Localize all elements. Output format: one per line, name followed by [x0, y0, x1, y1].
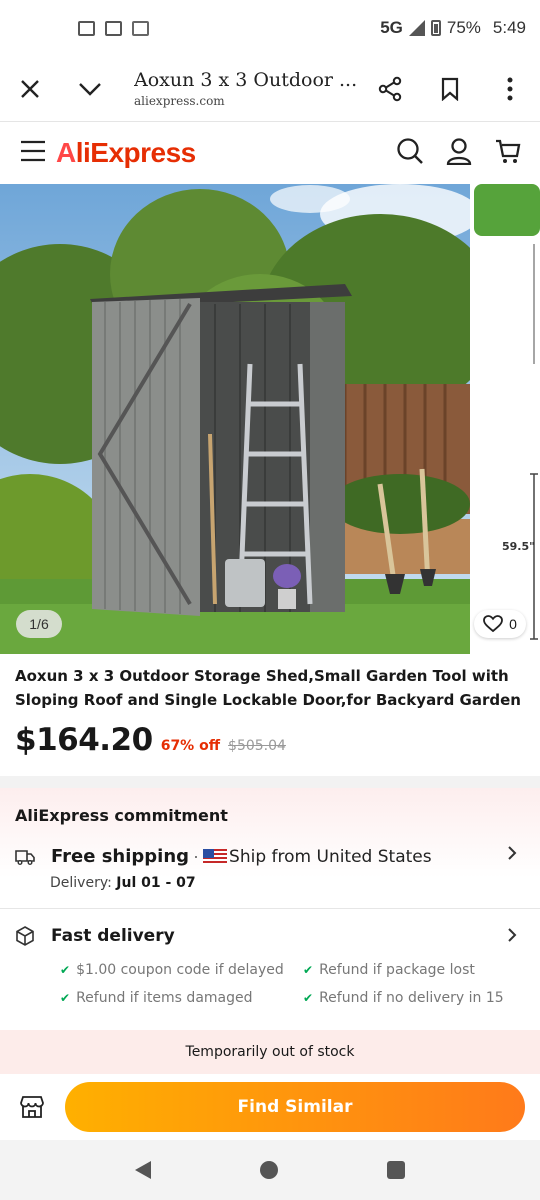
shipping-row[interactable]: Free shipping · Ship from United States …	[15, 846, 525, 891]
dimension-label: 59.5"	[502, 540, 535, 553]
page-title: Aoxun 3 x 3 Outdoor ...	[134, 69, 358, 91]
search-icon[interactable]	[396, 137, 424, 170]
gallery-icon	[105, 20, 122, 36]
more-options-icon[interactable]	[480, 59, 540, 119]
system-nav-bar	[0, 1140, 540, 1200]
page-domain: aliexpress.com	[134, 94, 225, 108]
product-main-image[interactable]	[0, 184, 470, 654]
divider	[0, 908, 540, 909]
image-counter: 1/6	[16, 610, 62, 638]
section-divider	[0, 776, 540, 788]
free-shipping-label: Free shipping	[51, 846, 190, 867]
cart-icon[interactable]	[494, 137, 522, 170]
package-icon	[16, 926, 34, 946]
browser-toolbar: Aoxun 3 x 3 Outdoor ... aliexpress.com	[0, 56, 540, 122]
site-header: AliExpress	[0, 122, 540, 184]
delivery-info: Delivery: Jul 01 - 07	[50, 875, 525, 891]
fast-delivery-row[interactable]: Fast delivery ✔ $1.00 coupon code if dela…	[15, 926, 525, 1006]
clock: 5:49	[492, 18, 526, 37]
guarantee-item: ✔ Refund if package lost	[303, 962, 475, 978]
battery-icon	[430, 20, 441, 36]
check-icon: ✔	[303, 963, 314, 977]
check-icon: ✔	[60, 963, 71, 977]
gmail-icon	[132, 20, 149, 36]
chevron-down-icon[interactable]	[60, 59, 120, 119]
stock-notice: Temporarily out of stock	[0, 1030, 540, 1074]
chevron-right-icon	[507, 846, 517, 865]
product-gallery[interactable]: 59.5" 1/6 0	[0, 184, 540, 654]
commitment-title: AliExpress commitment	[15, 806, 228, 825]
signal-icon	[408, 20, 425, 36]
commitment-section: AliExpress commitment Free shipping · Sh…	[0, 788, 540, 1030]
check-icon: ✔	[60, 991, 71, 1005]
current-price: $164.20	[15, 722, 153, 758]
battery-level: 75%	[446, 18, 481, 37]
delivery-label: Delivery:	[50, 875, 112, 891]
home-icon[interactable]	[259, 1161, 278, 1179]
guarantee-item: ✔ Refund if items damaged	[60, 990, 253, 1006]
discount-badge: 67% off	[160, 738, 221, 754]
menu-icon[interactable]	[20, 140, 46, 167]
guarantee-item: ✔ Refund if no delivery in 15	[303, 990, 504, 1006]
product-next-image[interactable]	[474, 184, 540, 654]
back-icon[interactable]	[134, 1161, 151, 1179]
find-similar-button[interactable]: Find Similar	[65, 1082, 525, 1132]
aliexpress-logo[interactable]: AliExpress	[56, 137, 196, 169]
notification-icons	[78, 20, 149, 36]
chevron-right-icon	[507, 928, 517, 947]
bottom-action-bar: Find Similar	[0, 1074, 540, 1140]
truck-icon	[15, 849, 35, 865]
delivery-dates: Jul 01 - 07	[116, 875, 196, 891]
account-icon[interactable]	[446, 137, 472, 170]
guarantee-item: ✔ $1.00 coupon code if delayed	[60, 962, 284, 978]
like-count: 0	[509, 616, 517, 632]
message-icon	[78, 20, 95, 36]
check-icon: ✔	[303, 991, 314, 1005]
ship-from-label: Ship from United States	[229, 846, 432, 867]
page-title-block[interactable]: Aoxun 3 x 3 Outdoor ... aliexpress.com	[120, 69, 360, 108]
bookmark-icon[interactable]	[420, 59, 480, 119]
original-price: $505.04	[228, 738, 286, 754]
us-flag-icon	[203, 848, 228, 865]
store-icon[interactable]	[15, 1090, 49, 1124]
guarantee-list: ✔ $1.00 coupon code if delayed ✔ Refund if…	[60, 962, 520, 1006]
recent-apps-icon[interactable]	[387, 1161, 406, 1179]
heart-icon	[483, 615, 503, 633]
dot-separator: ·	[193, 846, 200, 866]
close-icon[interactable]	[0, 59, 60, 119]
product-title: Aoxun 3 x 3 Outdoor Storage Shed,Small G…	[15, 667, 521, 709]
share-icon[interactable]	[360, 59, 420, 119]
system-status: 5G 75% 5:49	[380, 18, 526, 38]
wishlist-button[interactable]: 0	[474, 610, 526, 638]
price-row: $164.20 67% off $505.04	[15, 722, 286, 758]
status-bar: 5G 75% 5:49	[0, 0, 540, 56]
network-label: 5G	[380, 18, 403, 37]
fast-delivery-label: Fast delivery	[51, 926, 175, 946]
